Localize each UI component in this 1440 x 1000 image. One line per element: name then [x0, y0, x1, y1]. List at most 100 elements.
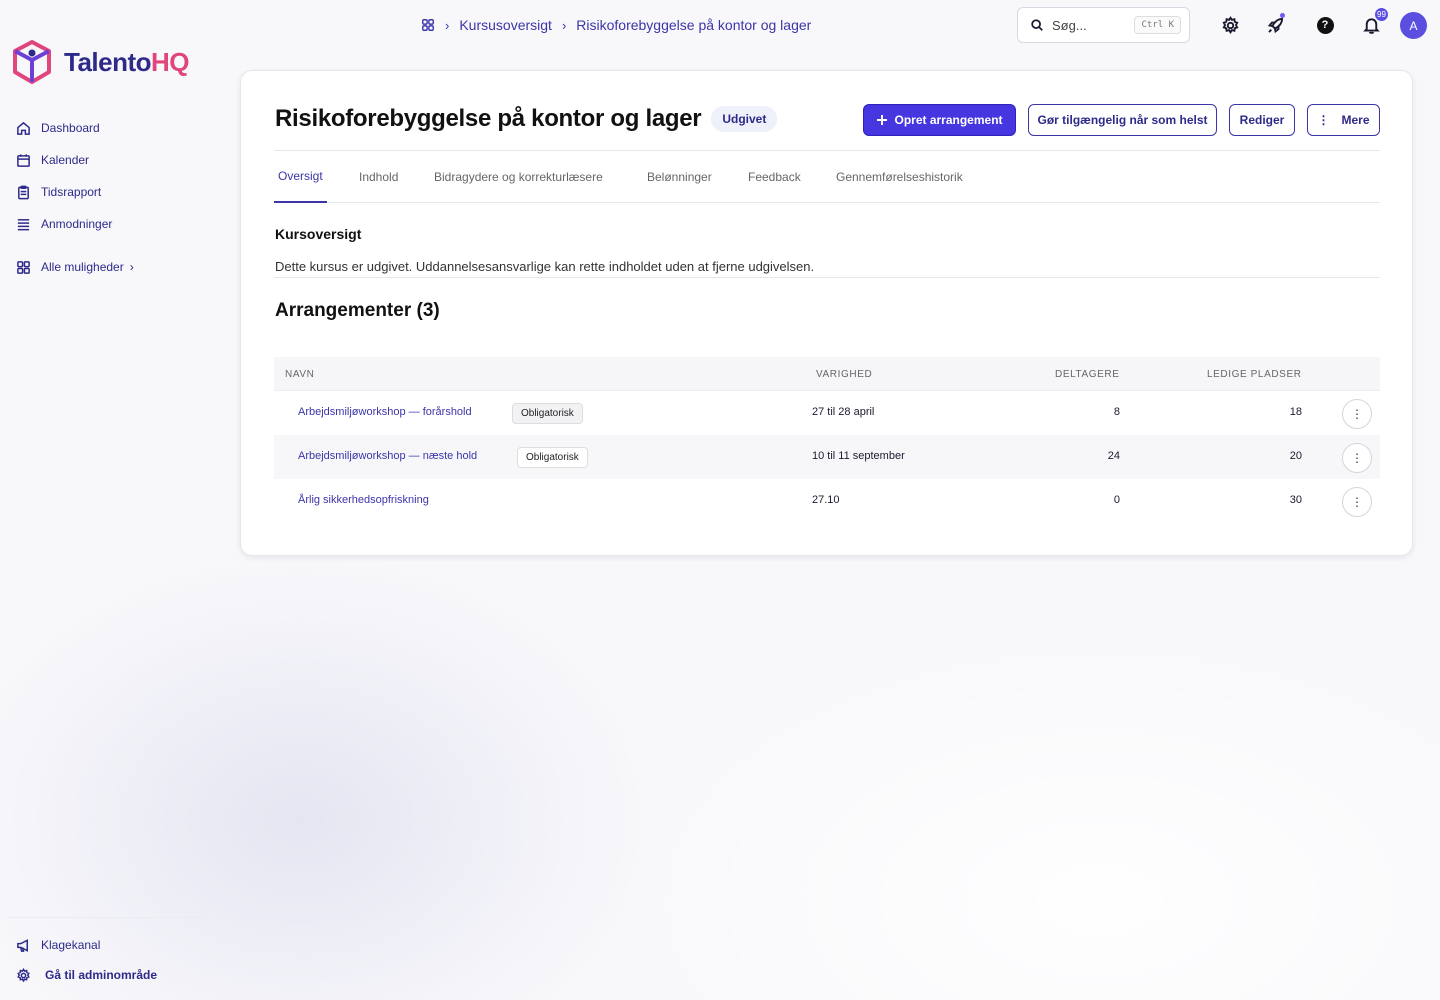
events-title: Arrangementer (3) — [275, 300, 440, 321]
search-shortcut: Ctrl K — [1134, 16, 1181, 34]
sidebar-item-kalender[interactable]: Kalender — [16, 144, 206, 176]
chevron-right-icon: › — [445, 17, 450, 33]
event-participants: 0 — [1113, 494, 1120, 506]
whats-new-button[interactable] — [1264, 13, 1286, 36]
sidebar: TalentoHQ Dashboard Kalender Tidsrapport… — [0, 0, 210, 1000]
breadcrumb-item-current[interactable]: Risikoforebyggelse på kontor og lager — [576, 17, 811, 33]
sidebar-item-dashboard[interactable]: Dashboard — [16, 112, 206, 144]
search-icon — [1031, 19, 1043, 31]
event-name-link[interactable]: Årlig sikkerhedsopfriskning — [298, 494, 429, 506]
make-available-label: Gør tilgængelig når som helst — [1037, 113, 1208, 127]
row-actions-button[interactable]: ⋮ — [1342, 399, 1372, 429]
event-participants: 24 — [1107, 450, 1120, 462]
search-placeholder: Søg... — [1052, 17, 1087, 33]
row-actions-button[interactable]: ⋮ — [1342, 487, 1372, 517]
page-title: Risikoforebyggelse på kontor og lager — [275, 105, 702, 132]
clipboard-icon — [18, 185, 29, 199]
calendar-icon — [17, 153, 30, 167]
grid-icon — [17, 260, 30, 274]
sidebar-bottom: Klagekanal Gå til adminområde — [16, 930, 206, 990]
edit-button[interactable]: Rediger — [1229, 104, 1295, 136]
tab-beloenninger[interactable]: Belønninger — [647, 151, 712, 203]
rocket-icon — [1267, 17, 1283, 33]
event-participants: 8 — [1113, 406, 1120, 418]
more-button[interactable]: ⋮ Mere — [1307, 104, 1380, 136]
avatar[interactable]: A — [1400, 12, 1427, 39]
table-header: NAVN VARIGHED DELTAGERE LEDIGE PLADSER — [274, 357, 1380, 391]
tab-oversigt[interactable]: Oversigt — [274, 151, 327, 203]
tab-bar: Oversigt Indhold Bidragydere og korrektu… — [274, 151, 1380, 203]
sidebar-nav: Dashboard Kalender Tidsrapport Anmodning… — [16, 112, 206, 283]
settings-button[interactable] — [1219, 14, 1241, 36]
new-indicator-dot — [1280, 13, 1285, 18]
create-event-button[interactable]: Opret arrangement — [863, 104, 1016, 136]
tab-indhold[interactable]: Indhold — [359, 151, 398, 203]
vertical-dots-icon: ⋮ — [1351, 451, 1363, 465]
section-divider — [274, 277, 1380, 278]
vertical-dots-icon: ⋮ — [1351, 495, 1363, 509]
event-free-seats: 18 — [1289, 406, 1302, 418]
column-header-free-seats[interactable]: LEDIGE PLADSER — [1207, 369, 1302, 380]
vertical-dots-icon: ⋮ — [1317, 113, 1330, 127]
sidebar-item-admin[interactable]: Gå til adminområde — [16, 960, 206, 990]
sidebar-item-label: Kalender — [41, 153, 90, 167]
title-row: Risikoforebyggelse på kontor og lager Ud… — [275, 105, 778, 133]
make-available-button[interactable]: Gør tilgængelig når som helst — [1028, 104, 1217, 136]
mandatory-tag: Obligatorisk — [517, 447, 588, 468]
apps-grid-icon[interactable] — [421, 18, 435, 32]
status-badge: Udgivet — [711, 106, 778, 132]
column-header-participants[interactable]: DELTAGERE — [1055, 369, 1120, 380]
plus-icon — [877, 115, 888, 125]
chevron-right-icon: › — [561, 17, 567, 33]
list-icon — [17, 218, 30, 230]
sidebar-item-all-options[interactable]: Alle muligheder › — [16, 251, 206, 283]
sidebar-item-tidsrapport[interactable]: Tidsrapport — [16, 176, 206, 208]
sidebar-item-label: Anmodninger — [41, 217, 113, 231]
event-duration: 10 til 11 september — [812, 450, 905, 462]
tab-feedback[interactable]: Feedback — [748, 151, 801, 203]
row-actions-button[interactable]: ⋮ — [1342, 443, 1372, 473]
help-icon: ? — [1316, 16, 1334, 34]
event-name-link[interactable]: Arbejdsmiljøworkshop — forårshold — [298, 406, 472, 418]
mandatory-tag: Obligatorisk — [512, 403, 583, 424]
event-free-seats: 30 — [1289, 494, 1302, 506]
sidebar-divider — [8, 917, 206, 918]
breadcrumb: › Kursusoversigt › Risikoforebyggelse på… — [421, 15, 811, 35]
course-card: Risikoforebyggelse på kontor og lager Ud… — [240, 70, 1413, 556]
sidebar-item-label: Gå til adminområde — [45, 968, 158, 982]
events-table: NAVN VARIGHED DELTAGERE LEDIGE PLADSER A… — [274, 357, 1380, 523]
event-name-link[interactable]: Arbejdsmiljøworkshop — næste hold — [298, 450, 477, 462]
tab-bidragydere[interactable]: Bidragydere og korrekturlæsere — [434, 151, 603, 203]
chevron-right-icon: › — [129, 260, 134, 274]
notification-count-badge: 99 — [1375, 8, 1388, 21]
vertical-dots-icon: ⋮ — [1351, 407, 1363, 421]
logo[interactable]: TalentoHQ — [12, 40, 190, 84]
megaphone-icon — [17, 938, 28, 952]
logo-cube-icon — [13, 40, 51, 84]
help-button[interactable]: ? — [1314, 14, 1336, 36]
home-icon — [17, 121, 30, 135]
sidebar-item-label: Alle muligheder — [41, 260, 124, 274]
sidebar-item-klagekanal[interactable]: Klagekanal — [16, 930, 206, 960]
search-input[interactable]: Søg... Ctrl K — [1017, 7, 1190, 43]
logo-text: TalentoHQ — [64, 46, 190, 77]
gear-icon — [17, 967, 30, 982]
sidebar-item-label: Tidsrapport — [41, 185, 102, 199]
tab-historik[interactable]: Gennemførelseshistorik — [836, 151, 963, 203]
notifications-button[interactable]: 99 — [1360, 8, 1388, 36]
overview-text: Dette kursus er udgivet. Uddannelsesansv… — [275, 259, 815, 274]
event-duration: 27 til 28 april — [812, 406, 875, 418]
more-label: Mere — [1341, 113, 1370, 127]
sidebar-item-label: Dashboard — [41, 121, 100, 135]
table-row: Årlig sikkerhedsopfriskning 27.10 0 30 ⋮ — [274, 479, 1380, 523]
sidebar-item-anmodninger[interactable]: Anmodninger — [16, 208, 206, 240]
column-header-duration[interactable]: VARIGHED — [816, 369, 872, 380]
table-row: Arbejdsmiljøworkshop — næste hold Obliga… — [274, 435, 1380, 479]
column-header-name[interactable]: NAVN — [285, 369, 314, 380]
breadcrumb-item-kursusoversigt[interactable]: Kursusoversigt — [459, 17, 552, 33]
sidebar-item-label: Klagekanal — [41, 938, 101, 952]
event-free-seats: 20 — [1289, 450, 1302, 462]
edit-label: Rediger — [1239, 113, 1285, 127]
event-duration: 27.10 — [812, 494, 840, 506]
overview-title: Kursoversigt — [275, 226, 362, 242]
